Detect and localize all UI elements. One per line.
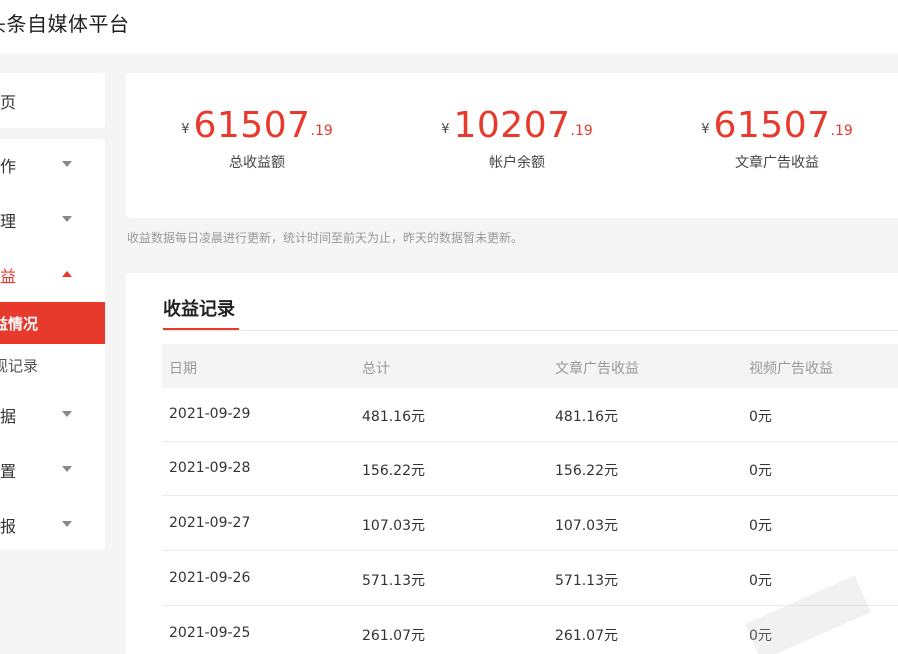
records-title: 收益记录 [163,299,235,320]
stat-amount: ¥61507.19 [677,105,877,146]
stat-amount: ¥10207.19 [417,105,617,146]
update-notice: 收益数据每日凌晨进行更新，统计时间至前天为止，昨天的数据暂未更新。 [127,231,524,245]
sidebar-item-label: 设置 [0,462,17,481]
cell-video-ad: 0元 [749,573,772,589]
currency-symbol: ¥ [441,122,450,137]
cell-video-ad: 0元 [749,463,772,479]
cell-article-ad: 261.07元 [555,628,618,644]
sidebar-item-label: 创作 [0,157,17,176]
sidebar-item-report[interactable]: 举报 [0,499,105,551]
sidebar-item-settings[interactable]: 设置 [0,444,105,496]
cell-date: 2021-09-29 [169,406,251,422]
chevron-down-icon [62,521,72,527]
cell-video-ad: 0元 [749,409,772,425]
records-title-underline [163,328,239,330]
chevron-down-icon [62,466,72,472]
stat-amount: ¥61507.19 [157,105,357,146]
cell-video-ad: 0元 [749,518,772,534]
top-bar: 头条自媒体平台 [0,0,898,54]
app-title[interactable]: 头条自媒体平台 [0,8,130,37]
stat-account-balance: ¥10207.19 帐户余额 [417,105,617,172]
amount-integer: 61507 [713,105,831,146]
sidebar-item-label: 管理 [0,212,17,231]
column-header-video-ad: 视频广告收益 [749,361,833,377]
table-header: 日期 总计 文章广告收益 视频广告收益 [162,344,898,388]
stat-article-ad-income: ¥61507.19 文章广告收益 [677,105,877,172]
currency-symbol: ¥ [701,122,710,137]
income-records-card: 收益记录 日期 总计 文章广告收益 视频广告收益 2021-09-29 481.… [126,273,898,654]
column-header-total: 总计 [362,361,390,377]
cell-total: 156.22元 [362,463,425,479]
sidebar-home-card: 首页 [0,73,105,128]
amount-integer: 61507 [193,105,311,146]
table-row: 2021-09-28 156.22元 156.22元 0元 [162,442,898,496]
stat-label: 文章广告收益 [735,155,819,171]
cell-total: 261.07元 [362,628,425,644]
amount-integer: 10207 [453,105,571,146]
cell-article-ad: 571.13元 [555,573,618,589]
column-header-article-ad: 文章广告收益 [555,361,639,377]
stat-label: 总收益额 [229,155,285,171]
sidebar-menu: 创作 管理 收益 收益情况 提现记录 数据 设置 举报 [0,139,105,550]
cell-date: 2021-09-27 [169,515,251,531]
cell-article-ad: 107.03元 [555,518,618,534]
cell-total: 481.16元 [362,409,425,425]
sidebar-item-create[interactable]: 创作 [0,139,105,191]
cell-date: 2021-09-25 [169,625,251,641]
amount-decimal: .19 [310,123,333,139]
cell-total: 571.13元 [362,573,425,589]
currency-symbol: ¥ [181,122,190,137]
cell-article-ad: 156.22元 [555,463,618,479]
sidebar-item-label: 举报 [0,517,17,536]
stat-label: 帐户余额 [489,155,545,171]
sidebar-item-label: 收益 [0,267,17,286]
table-row: 2021-09-29 481.16元 481.16元 0元 [162,388,898,442]
sidebar-item-label: 首页 [0,93,17,112]
amount-decimal: .19 [570,123,593,139]
sidebar-item-data[interactable]: 数据 [0,389,105,441]
sidebar-item-home[interactable]: 首页 [0,75,105,127]
sidebar-subitem-label: 收益情况 [0,315,39,333]
column-header-date: 日期 [169,361,197,377]
cell-total: 107.03元 [362,518,425,534]
sidebar-subitem-label: 提现记录 [0,357,39,375]
sidebar-item-income[interactable]: 收益 [0,249,105,301]
cell-article-ad: 481.16元 [555,409,618,425]
stat-total-income: ¥61507.19 总收益额 [157,105,357,172]
chevron-down-icon [62,161,72,167]
table-row: 2021-09-26 571.13元 571.13元 0元 [162,552,898,606]
chevron-up-icon [62,271,72,277]
sidebar-item-manage[interactable]: 管理 [0,194,105,246]
chevron-down-icon [62,216,72,222]
income-summary-card: ¥61507.19 总收益额 ¥10207.19 帐户余额 ¥61507.19 … [126,73,898,218]
chevron-down-icon [62,411,72,417]
cell-date: 2021-09-26 [169,570,251,586]
sidebar-subitem-withdraw-records[interactable]: 提现记录 [0,344,105,386]
table-row: 2021-09-27 107.03元 107.03元 0元 [162,497,898,551]
sidebar-subitem-income-overview[interactable]: 收益情况 [0,302,105,344]
sidebar-item-label: 数据 [0,407,17,426]
records-divider [163,330,898,331]
cell-date: 2021-09-28 [169,460,251,476]
amount-decimal: .19 [830,123,853,139]
